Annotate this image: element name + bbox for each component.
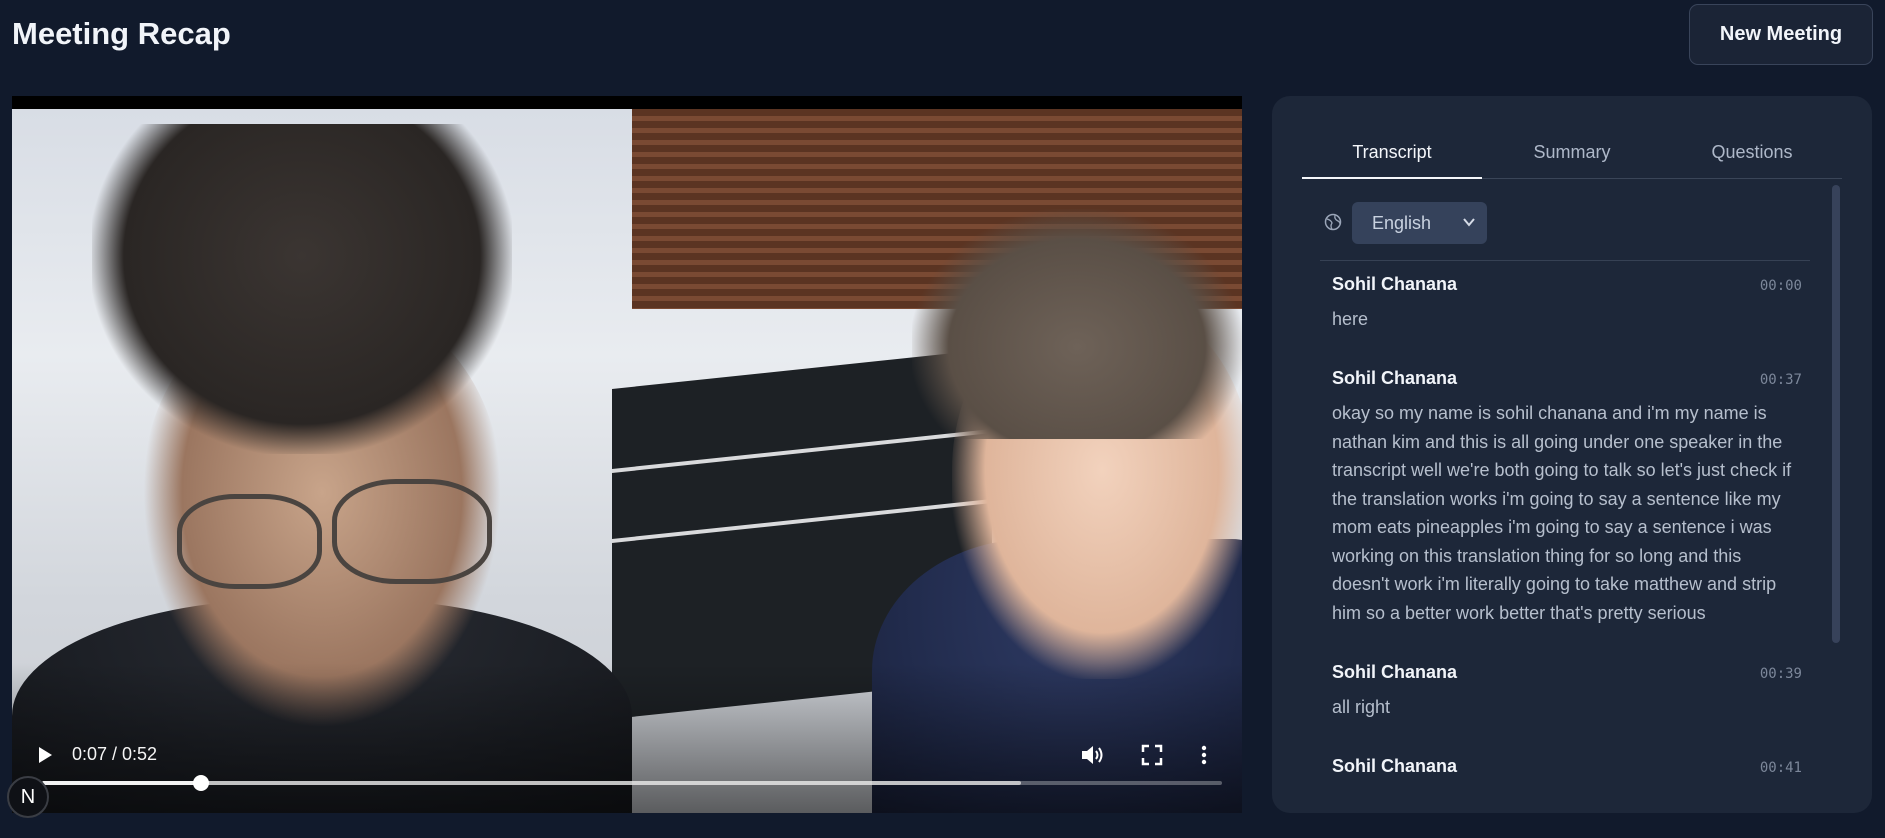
transcript-entry: Sohil Chanana 00:41 bbox=[1332, 756, 1802, 787]
video-player[interactable]: 0:07 / 0:52 bbox=[12, 96, 1242, 813]
speaker-name: Sohil Chanana bbox=[1332, 756, 1458, 776]
transcript-entry: Sohil Chanana 00:39 all right bbox=[1332, 662, 1802, 722]
participant-left-hair bbox=[92, 124, 512, 454]
language-row: English bbox=[1320, 202, 1810, 261]
timestamp[interactable]: 00:39 bbox=[1760, 666, 1802, 682]
language-select[interactable]: English bbox=[1352, 202, 1487, 244]
transcript-scrollbar[interactable] bbox=[1832, 185, 1840, 643]
controls-shade bbox=[12, 663, 1242, 813]
transcript-entry: Sohil Chanana 00:37 okay so my name is s… bbox=[1332, 368, 1802, 627]
page-title: Meeting Recap bbox=[12, 16, 231, 51]
tab-bar: Transcript Summary Questions bbox=[1302, 126, 1842, 179]
volume-icon[interactable] bbox=[1080, 743, 1106, 767]
timestamp[interactable]: 00:37 bbox=[1760, 372, 1802, 388]
more-options-icon[interactable] bbox=[1198, 743, 1210, 767]
participant-right-hair bbox=[912, 209, 1242, 439]
tab-summary[interactable]: Summary bbox=[1482, 126, 1662, 178]
glasses-right-lens bbox=[332, 479, 492, 584]
speaker-name: Sohil Chanana bbox=[1332, 368, 1458, 388]
time-display: 0:07 / 0:52 bbox=[72, 744, 158, 764]
progress-played bbox=[42, 781, 202, 785]
transcript-entry: Sohil Chanana 00:00 here bbox=[1332, 274, 1802, 334]
language-select-value: English bbox=[1372, 212, 1432, 233]
timestamp[interactable]: 00:00 bbox=[1760, 278, 1802, 294]
globe-icon bbox=[1324, 213, 1342, 231]
speaker-name: Sohil Chanana bbox=[1332, 274, 1458, 294]
new-meeting-button[interactable]: New Meeting bbox=[1689, 4, 1873, 65]
fullscreen-icon[interactable] bbox=[1140, 743, 1164, 767]
transcript-text: all right bbox=[1332, 697, 1391, 717]
video-progress-bar[interactable] bbox=[42, 775, 1222, 791]
glasses-left-lens bbox=[177, 494, 322, 589]
chevron-down-icon bbox=[1463, 218, 1475, 227]
tab-questions[interactable]: Questions bbox=[1662, 126, 1842, 178]
video-frame bbox=[12, 109, 1242, 813]
tab-transcript[interactable]: Transcript bbox=[1302, 126, 1482, 179]
play-icon[interactable] bbox=[34, 744, 56, 766]
next-dev-badge[interactable]: N bbox=[7, 776, 49, 818]
recap-panel: Transcript Summary Questions English Soh… bbox=[1272, 96, 1872, 813]
transcript-text: here bbox=[1332, 309, 1369, 329]
timestamp[interactable]: 00:41 bbox=[1760, 760, 1802, 776]
transcript-text: okay so my name is sohil chanana and i'm… bbox=[1332, 403, 1792, 623]
speaker-name: Sohil Chanana bbox=[1332, 662, 1458, 682]
transcript-scroll-area[interactable]: English Sohil Chanana 00:00 here Sohil C… bbox=[1320, 202, 1810, 813]
